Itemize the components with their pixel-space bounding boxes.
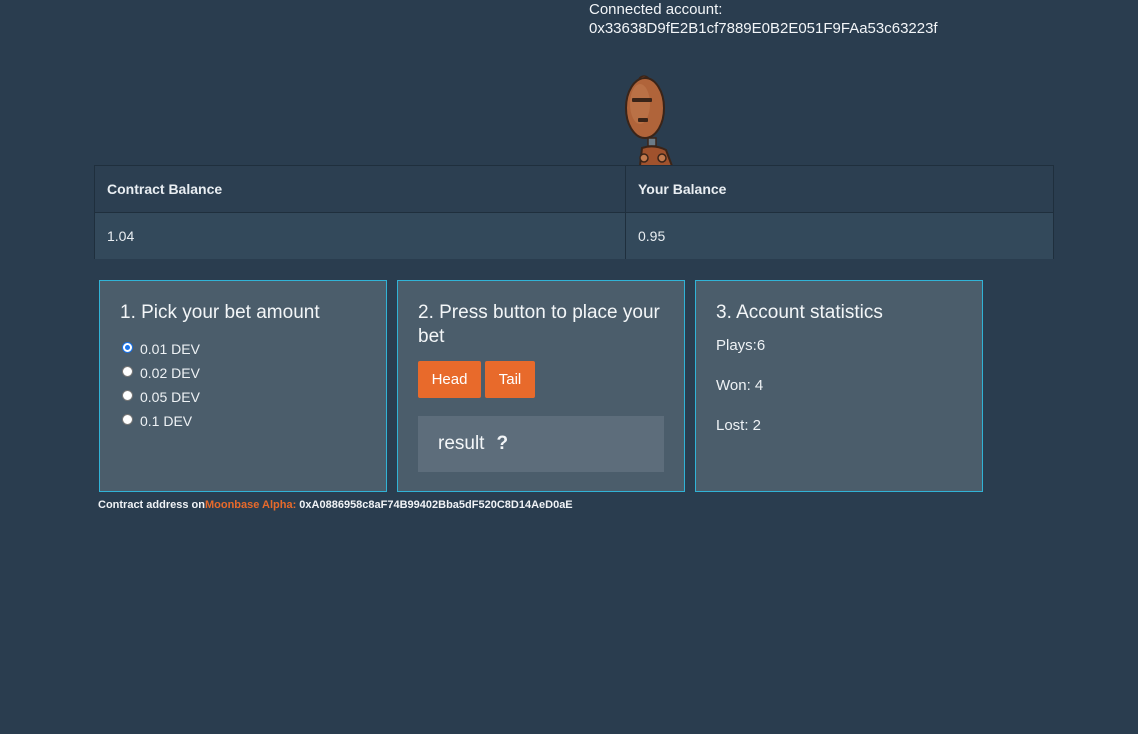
bet-option-0-1[interactable]: 0.1 DEV xyxy=(120,409,366,433)
place-bet-panel: 2. Press button to place your bet Head T… xyxy=(397,280,685,492)
place-bet-title: 2. Press button to place your bet xyxy=(418,302,660,347)
head-button[interactable]: Head xyxy=(418,361,481,398)
radio-button[interactable] xyxy=(122,389,133,401)
connected-account: Connected account: 0x33638D9fE2B1cf7889E… xyxy=(589,0,938,38)
contract-address-footer: Contract address onMoonbase Alpha: 0xA08… xyxy=(98,499,573,511)
bet-option-0-02[interactable]: 0.02 DEV xyxy=(120,361,366,385)
account-statistics-title: 3. Account statistics xyxy=(716,302,883,323)
balance-table-row: 1.04 0.95 xyxy=(95,213,1053,259)
result-label: result xyxy=(438,433,485,454)
result-value: ? xyxy=(496,433,509,454)
robot-mascot-icon xyxy=(625,75,674,166)
radio-button[interactable] xyxy=(122,365,133,377)
radio-button-checked[interactable] xyxy=(122,341,133,353)
contract-balance-value: 1.04 xyxy=(95,213,626,259)
contract-balance-header: Contract Balance xyxy=(95,166,626,212)
connected-account-address: 0x33638D9fE2B1cf7889E0B2E051F9FAa53c6322… xyxy=(589,20,938,37)
your-balance-value: 0.95 xyxy=(638,228,666,244)
bet-option-label: 0.02 DEV xyxy=(140,365,200,381)
bet-option-label: 0.05 DEV xyxy=(140,389,200,405)
account-statistics-panel: 3. Account statistics Plays:6 Won: 4 Los… xyxy=(695,280,983,492)
result-box: result ? xyxy=(418,416,664,472)
coin-side-buttons: Head Tail xyxy=(418,361,664,398)
radio-button[interactable] xyxy=(122,413,133,425)
bet-amount-panel: 1. Pick your bet amount 0.01 DEV 0.02 DE… xyxy=(99,280,387,492)
lost-stat: Lost: 2 xyxy=(716,417,762,434)
bet-option-0-01[interactable]: 0.01 DEV xyxy=(120,337,366,361)
bet-amount-title: 1. Pick your bet amount xyxy=(120,302,320,323)
bet-option-label: 0.1 DEV xyxy=(140,413,193,429)
contract-address: 0xA0886958c8aF74B99402Bba5dF520C8D14AeD0… xyxy=(299,499,573,511)
bet-option-label: 0.01 DEV xyxy=(140,341,200,357)
network-name: Moonbase Alpha: xyxy=(204,499,297,511)
tail-button[interactable]: Tail xyxy=(485,361,535,398)
balance-table-header: Contract Balance Your Balance xyxy=(95,166,1053,213)
connected-account-label: Connected account: xyxy=(589,1,723,18)
bet-option-0-05[interactable]: 0.05 DEV xyxy=(120,385,366,409)
your-balance-header: Your Balance xyxy=(638,181,727,197)
contract-address-prefix: Contract address on xyxy=(98,499,205,511)
won-stat: Won: 4 xyxy=(716,377,764,394)
plays-stat: Plays:6 xyxy=(716,337,766,354)
balance-table: Contract Balance Your Balance 1.04 0.95 xyxy=(94,165,1054,259)
